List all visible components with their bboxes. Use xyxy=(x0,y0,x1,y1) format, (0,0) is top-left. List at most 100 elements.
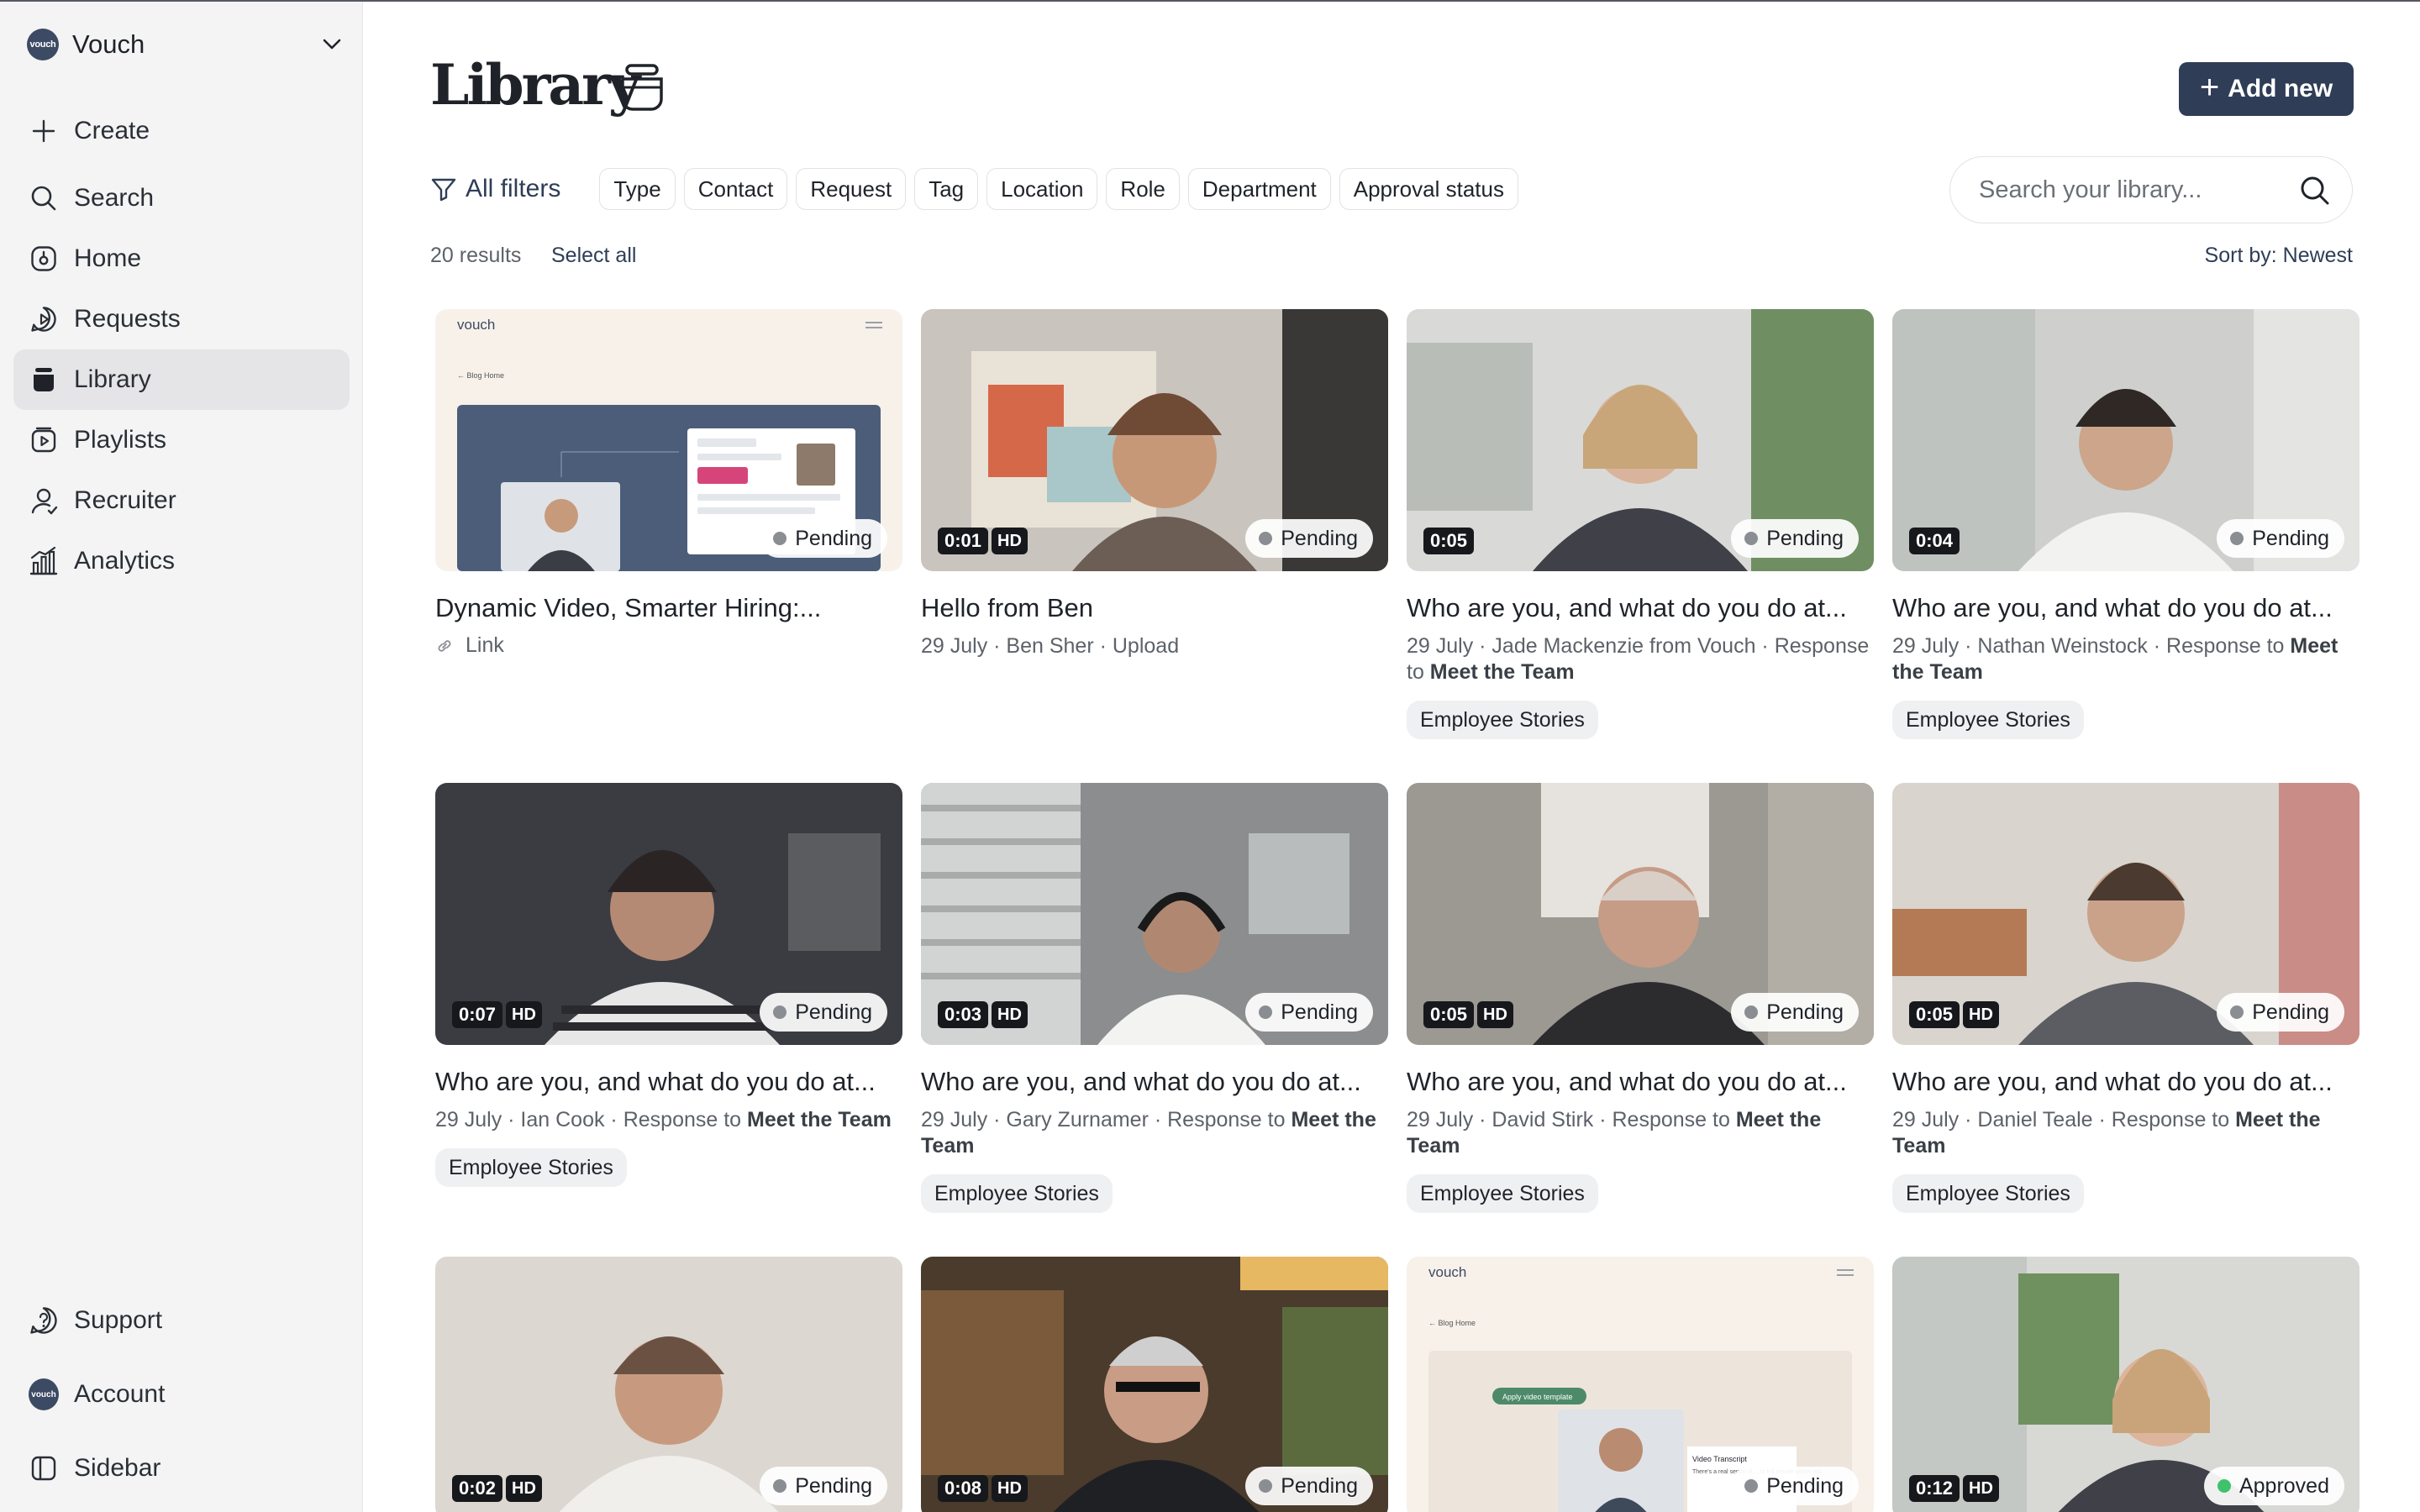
filter-chip-location[interactable]: Location xyxy=(986,168,1098,210)
analytics-icon xyxy=(29,546,59,576)
window-top-edge xyxy=(0,0,2420,2)
duration-badge: 0:05 xyxy=(1423,528,1475,554)
video-title[interactable]: Dynamic Video, Smarter Hiring:... xyxy=(435,593,902,623)
video-thumbnail[interactable]: 0:08 HD Pending xyxy=(921,1257,1388,1512)
sidebar-item-recruiter[interactable]: Recruiter xyxy=(13,470,350,531)
video-card: 0:05 HD Pending Who are you, and what do… xyxy=(1892,783,2360,1213)
hd-badge: HD xyxy=(992,528,1028,554)
sidebar-item-label: Playlists xyxy=(74,426,167,454)
video-thumbnail[interactable]: 0:01 HD Pending xyxy=(921,309,1388,571)
sidebar-item-playlists[interactable]: Playlists xyxy=(13,410,350,470)
status-label: Pending xyxy=(795,1000,872,1024)
status-dot xyxy=(2230,532,2244,545)
video-title[interactable]: Who are you, and what do you do at... xyxy=(1892,1067,2360,1097)
help-icon xyxy=(29,1305,59,1336)
tag-chip[interactable]: Employee Stories xyxy=(1407,1174,1598,1213)
video-thumbnail[interactable]: 0:07 HD Pending xyxy=(435,783,902,1045)
sidebar-item-home[interactable]: Home xyxy=(13,228,350,289)
recruiter-icon xyxy=(29,486,59,516)
status-dot xyxy=(2217,1479,2231,1493)
filter-chip-type[interactable]: Type xyxy=(599,168,676,210)
video-thumbnail[interactable]: 0:04 Pending xyxy=(1892,309,2360,571)
video-card: 0:08 HD Pending xyxy=(921,1257,1388,1512)
requests-icon xyxy=(29,304,59,334)
video-card: 0:12 HD Approved xyxy=(1892,1257,2360,1512)
status-label: Pending xyxy=(1766,526,1844,550)
home-icon xyxy=(29,244,59,274)
status-badge: Pending xyxy=(1731,993,1859,1032)
tag-chip[interactable]: Employee Stories xyxy=(921,1174,1113,1213)
video-thumbnail[interactable]: 0:12 HD Approved xyxy=(1892,1257,2360,1512)
tag-chip[interactable]: Employee Stories xyxy=(435,1148,627,1187)
filter-chip-request[interactable]: Request xyxy=(796,168,907,210)
hd-badge: HD xyxy=(1963,1001,1999,1028)
status-dot xyxy=(1259,1005,1273,1019)
video-card: vouch ← Blog Home Apply video template V… xyxy=(1407,1257,1874,1512)
sidebar-item-library[interactable]: Library xyxy=(13,349,350,410)
sidebar-item-search[interactable]: Search xyxy=(13,168,350,228)
video-thumbnail[interactable]: 0:03 HD Pending xyxy=(921,783,1388,1045)
search-icon[interactable] xyxy=(2298,174,2332,207)
sidebar-item-account[interactable]: vouch Account xyxy=(13,1364,350,1425)
duration-badge: 0:04 xyxy=(1909,528,1960,554)
workspace-name: Vouch xyxy=(72,29,145,59)
status-dot xyxy=(773,532,787,545)
plus-icon: + xyxy=(2199,69,2220,106)
search-icon xyxy=(29,183,59,213)
status-label: Pending xyxy=(2252,526,2329,550)
add-new-button[interactable]: + Add new xyxy=(2179,62,2354,116)
video-title[interactable]: Who are you, and what do you do at... xyxy=(921,1067,1388,1097)
request-link[interactable]: Meet the Team xyxy=(747,1108,892,1131)
thumb-blog-home: ← Blog Home xyxy=(1428,1319,1476,1327)
video-thumbnail[interactable]: vouch ← Blog Home Pending xyxy=(435,309,902,571)
sidebar-item-support[interactable]: Support xyxy=(13,1290,350,1351)
results-count: 20 results xyxy=(430,244,522,267)
video-title[interactable]: Who are you, and what do you do at... xyxy=(1407,1067,1874,1097)
sidebar-item-sidebar[interactable]: Sidebar xyxy=(13,1438,350,1499)
video-thumbnail[interactable]: vouch ← Blog Home Apply video template V… xyxy=(1407,1257,1874,1512)
video-thumbnail[interactable]: 0:05 Pending xyxy=(1407,309,1874,571)
all-filters-button[interactable]: All filters xyxy=(430,175,560,203)
status-label: Pending xyxy=(1766,1000,1844,1024)
video-thumbnail[interactable]: 0:05 HD Pending xyxy=(1892,783,2360,1045)
video-thumbnail[interactable]: 0:02 HD Pending xyxy=(435,1257,902,1512)
video-thumbnail[interactable]: 0:05 HD Pending xyxy=(1407,783,1874,1045)
video-title[interactable]: Who are you, and what do you do at... xyxy=(1892,593,2360,623)
filter-chip-department[interactable]: Department xyxy=(1187,168,1331,210)
plus-icon xyxy=(29,116,59,146)
workspace-switcher[interactable]: vouch Vouch xyxy=(27,27,345,62)
status-badge: Pending xyxy=(1731,1467,1859,1505)
select-all-link[interactable]: Select all xyxy=(551,244,636,268)
add-new-label: Add new xyxy=(2228,75,2333,102)
sidebar-item-analytics[interactable]: Analytics xyxy=(13,531,350,591)
status-label: Pending xyxy=(1281,526,1358,550)
library-jar-icon xyxy=(621,64,663,111)
video-card: 0:01 HD Pending Hello from Ben 29 July ·… xyxy=(921,309,1388,659)
status-label: Pending xyxy=(1766,1473,1844,1498)
tag-chip[interactable]: Employee Stories xyxy=(1892,1174,2084,1213)
sidebar-item-requests[interactable]: Requests xyxy=(13,289,350,349)
library-search xyxy=(1949,156,2353,223)
sidebar-item-create[interactable]: Create xyxy=(13,101,350,161)
status-dot xyxy=(773,1479,787,1493)
video-title[interactable]: Hello from Ben xyxy=(921,593,1388,623)
status-dot xyxy=(1259,532,1273,545)
video-card: 0:07 HD Pending Who are you, and what do… xyxy=(435,783,902,1187)
search-input[interactable] xyxy=(1979,176,2298,204)
status-badge: Pending xyxy=(2217,519,2344,558)
sort-dropdown[interactable]: Sort by: Newest xyxy=(2205,244,2353,268)
tag-chip[interactable]: Employee Stories xyxy=(1892,701,2084,739)
filter-chip-contact[interactable]: Contact xyxy=(683,168,788,210)
sidebar-item-label: Sidebar xyxy=(74,1454,161,1482)
video-title[interactable]: Who are you, and what do you do at... xyxy=(1407,593,1874,623)
hd-badge: HD xyxy=(1963,1475,1999,1502)
request-link[interactable]: Meet the Team xyxy=(1430,660,1575,684)
video-title[interactable]: Who are you, and what do you do at... xyxy=(435,1067,902,1097)
filter-chip-role[interactable]: Role xyxy=(1106,168,1180,210)
filter-chip-approval-status[interactable]: Approval status xyxy=(1339,168,1518,210)
filter-chip-tag[interactable]: Tag xyxy=(914,168,979,210)
status-badge: Pending xyxy=(760,519,887,558)
tag-chip[interactable]: Employee Stories xyxy=(1407,701,1598,739)
video-meta: 29 July · Daniel Teale · Response to Mee… xyxy=(1892,1107,2360,1159)
account-avatar-text: vouch xyxy=(29,1378,59,1410)
